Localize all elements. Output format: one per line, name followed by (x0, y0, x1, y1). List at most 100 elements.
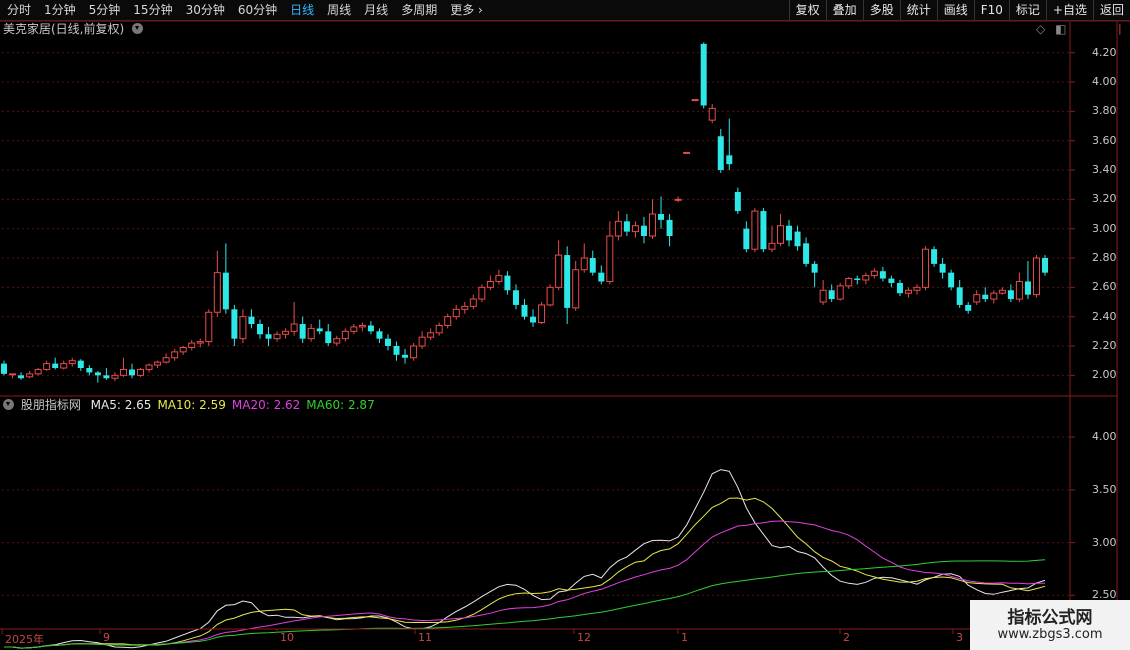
candle-body-up (1015, 280, 1023, 300)
candle-body-down (504, 275, 511, 291)
candle-body-down (640, 225, 647, 236)
price-tick-label: 2.20 (1092, 339, 1117, 352)
candle-body-down (384, 338, 391, 346)
candle-body-up (239, 316, 247, 340)
candle-body-up (333, 338, 341, 344)
candle-body-up (683, 151, 691, 154)
candle-body-down (77, 360, 84, 368)
candle-body-down (760, 211, 767, 250)
date-tick-label: 3 (956, 631, 963, 644)
candle-body-up (307, 327, 315, 340)
candle-body-down (786, 225, 793, 241)
candle-body-up (68, 360, 76, 365)
candle-body-down (1, 363, 7, 374)
kline-chart[interactable] (0, 0, 1130, 650)
candle-body-up (768, 242, 776, 250)
candle-body-up (350, 326, 358, 332)
candle-body-up (196, 341, 204, 344)
candle-body-up (461, 305, 469, 310)
candle-body-down (700, 43, 707, 106)
candle-body-up (495, 275, 503, 282)
date-tick-label: 1 (681, 631, 688, 644)
ma60-line (4, 559, 1046, 649)
candle-body-down (316, 328, 323, 332)
candle-body-up (708, 107, 716, 121)
candle-body-up (119, 368, 127, 376)
price-tick-label: 2.80 (1092, 251, 1117, 264)
candle-body-down (1042, 258, 1048, 273)
candle-body-down (734, 192, 741, 212)
price-tick-label: 3.80 (1092, 104, 1117, 118)
candle-body-up (154, 361, 162, 366)
candle-body-down (811, 263, 818, 273)
candle-body-down (231, 309, 238, 339)
right-side-strip: | (1118, 22, 1130, 36)
price-tick-label: 2.60 (1092, 280, 1117, 294)
candle-body-up (341, 330, 349, 340)
date-tick-label: 10 (280, 631, 294, 644)
ma10-line (4, 497, 1046, 649)
candle-body-down (939, 263, 946, 273)
candle-body-up (904, 289, 912, 294)
candle-body-up (171, 351, 179, 359)
candle-body-up (845, 278, 853, 287)
candle-body-up (751, 210, 759, 250)
candle-body-up (1032, 257, 1040, 296)
candle-body-down (726, 155, 733, 165)
price-tick-label: 4.20 (1092, 45, 1117, 59)
candle-body-down (1007, 290, 1014, 300)
candle-body-down (743, 228, 750, 250)
candle-body-down (717, 136, 724, 170)
candle-body-up (990, 292, 998, 300)
watermark: 指标公式网 www.zbgs3.com (970, 600, 1130, 650)
price-tick-label: 3.60 (1092, 133, 1117, 147)
candle-body-up (648, 213, 656, 237)
grid-lines (2, 52, 1070, 596)
candle-body-down (52, 363, 59, 368)
price-tick-label: 2.00 (1092, 368, 1117, 382)
candle-body-up (998, 289, 1006, 294)
date-tick-label: 2 (843, 631, 850, 644)
candle-body-down (879, 271, 886, 279)
indicator-tick-label: 3.50 (1092, 482, 1117, 496)
candle-body-down (948, 272, 955, 288)
candle-body-down (299, 324, 306, 339)
candle-body-up (862, 275, 870, 281)
candle-body-up (922, 248, 930, 288)
candle-body-down (94, 372, 101, 376)
candle-body-down (325, 331, 332, 344)
candle-body-up (111, 374, 119, 379)
candle-body-down (402, 354, 409, 358)
candle-body-up (913, 286, 921, 291)
candle-body-down (982, 294, 989, 300)
candle-body-up (60, 363, 68, 369)
candle-body-down (521, 304, 528, 317)
candle-body-up (162, 357, 170, 363)
candle-body-up (290, 323, 298, 332)
candle-body-down (896, 282, 903, 294)
candle-body-up (538, 304, 546, 324)
candle-body-up (973, 294, 981, 303)
price-tick-label: 3.00 (1092, 221, 1117, 235)
candle-body-up (572, 269, 580, 309)
candle-body-down (512, 290, 519, 305)
candle-body-down (18, 375, 25, 379)
indicator-tick-label: 3.00 (1092, 535, 1117, 549)
price-tick-label: 3.40 (1092, 163, 1117, 176)
candle-body-up (282, 330, 290, 335)
candle-body-up (614, 220, 622, 237)
candle-body-up (555, 254, 563, 288)
candle-body-up (418, 336, 426, 347)
candle-body-up (580, 257, 588, 271)
candle-body-down (854, 278, 861, 280)
candle-body-up (444, 316, 452, 326)
candles (1, 42, 1048, 383)
indicator-tick-label: 4.00 (1092, 430, 1117, 444)
candle-body-up (26, 373, 34, 378)
candle-body-down (564, 255, 571, 308)
candle-body-up (34, 368, 42, 375)
candle-body-up (188, 342, 196, 348)
candle-body-up (213, 272, 221, 313)
candle-body-down (658, 214, 665, 220)
strip-marker: | (1118, 22, 1122, 35)
